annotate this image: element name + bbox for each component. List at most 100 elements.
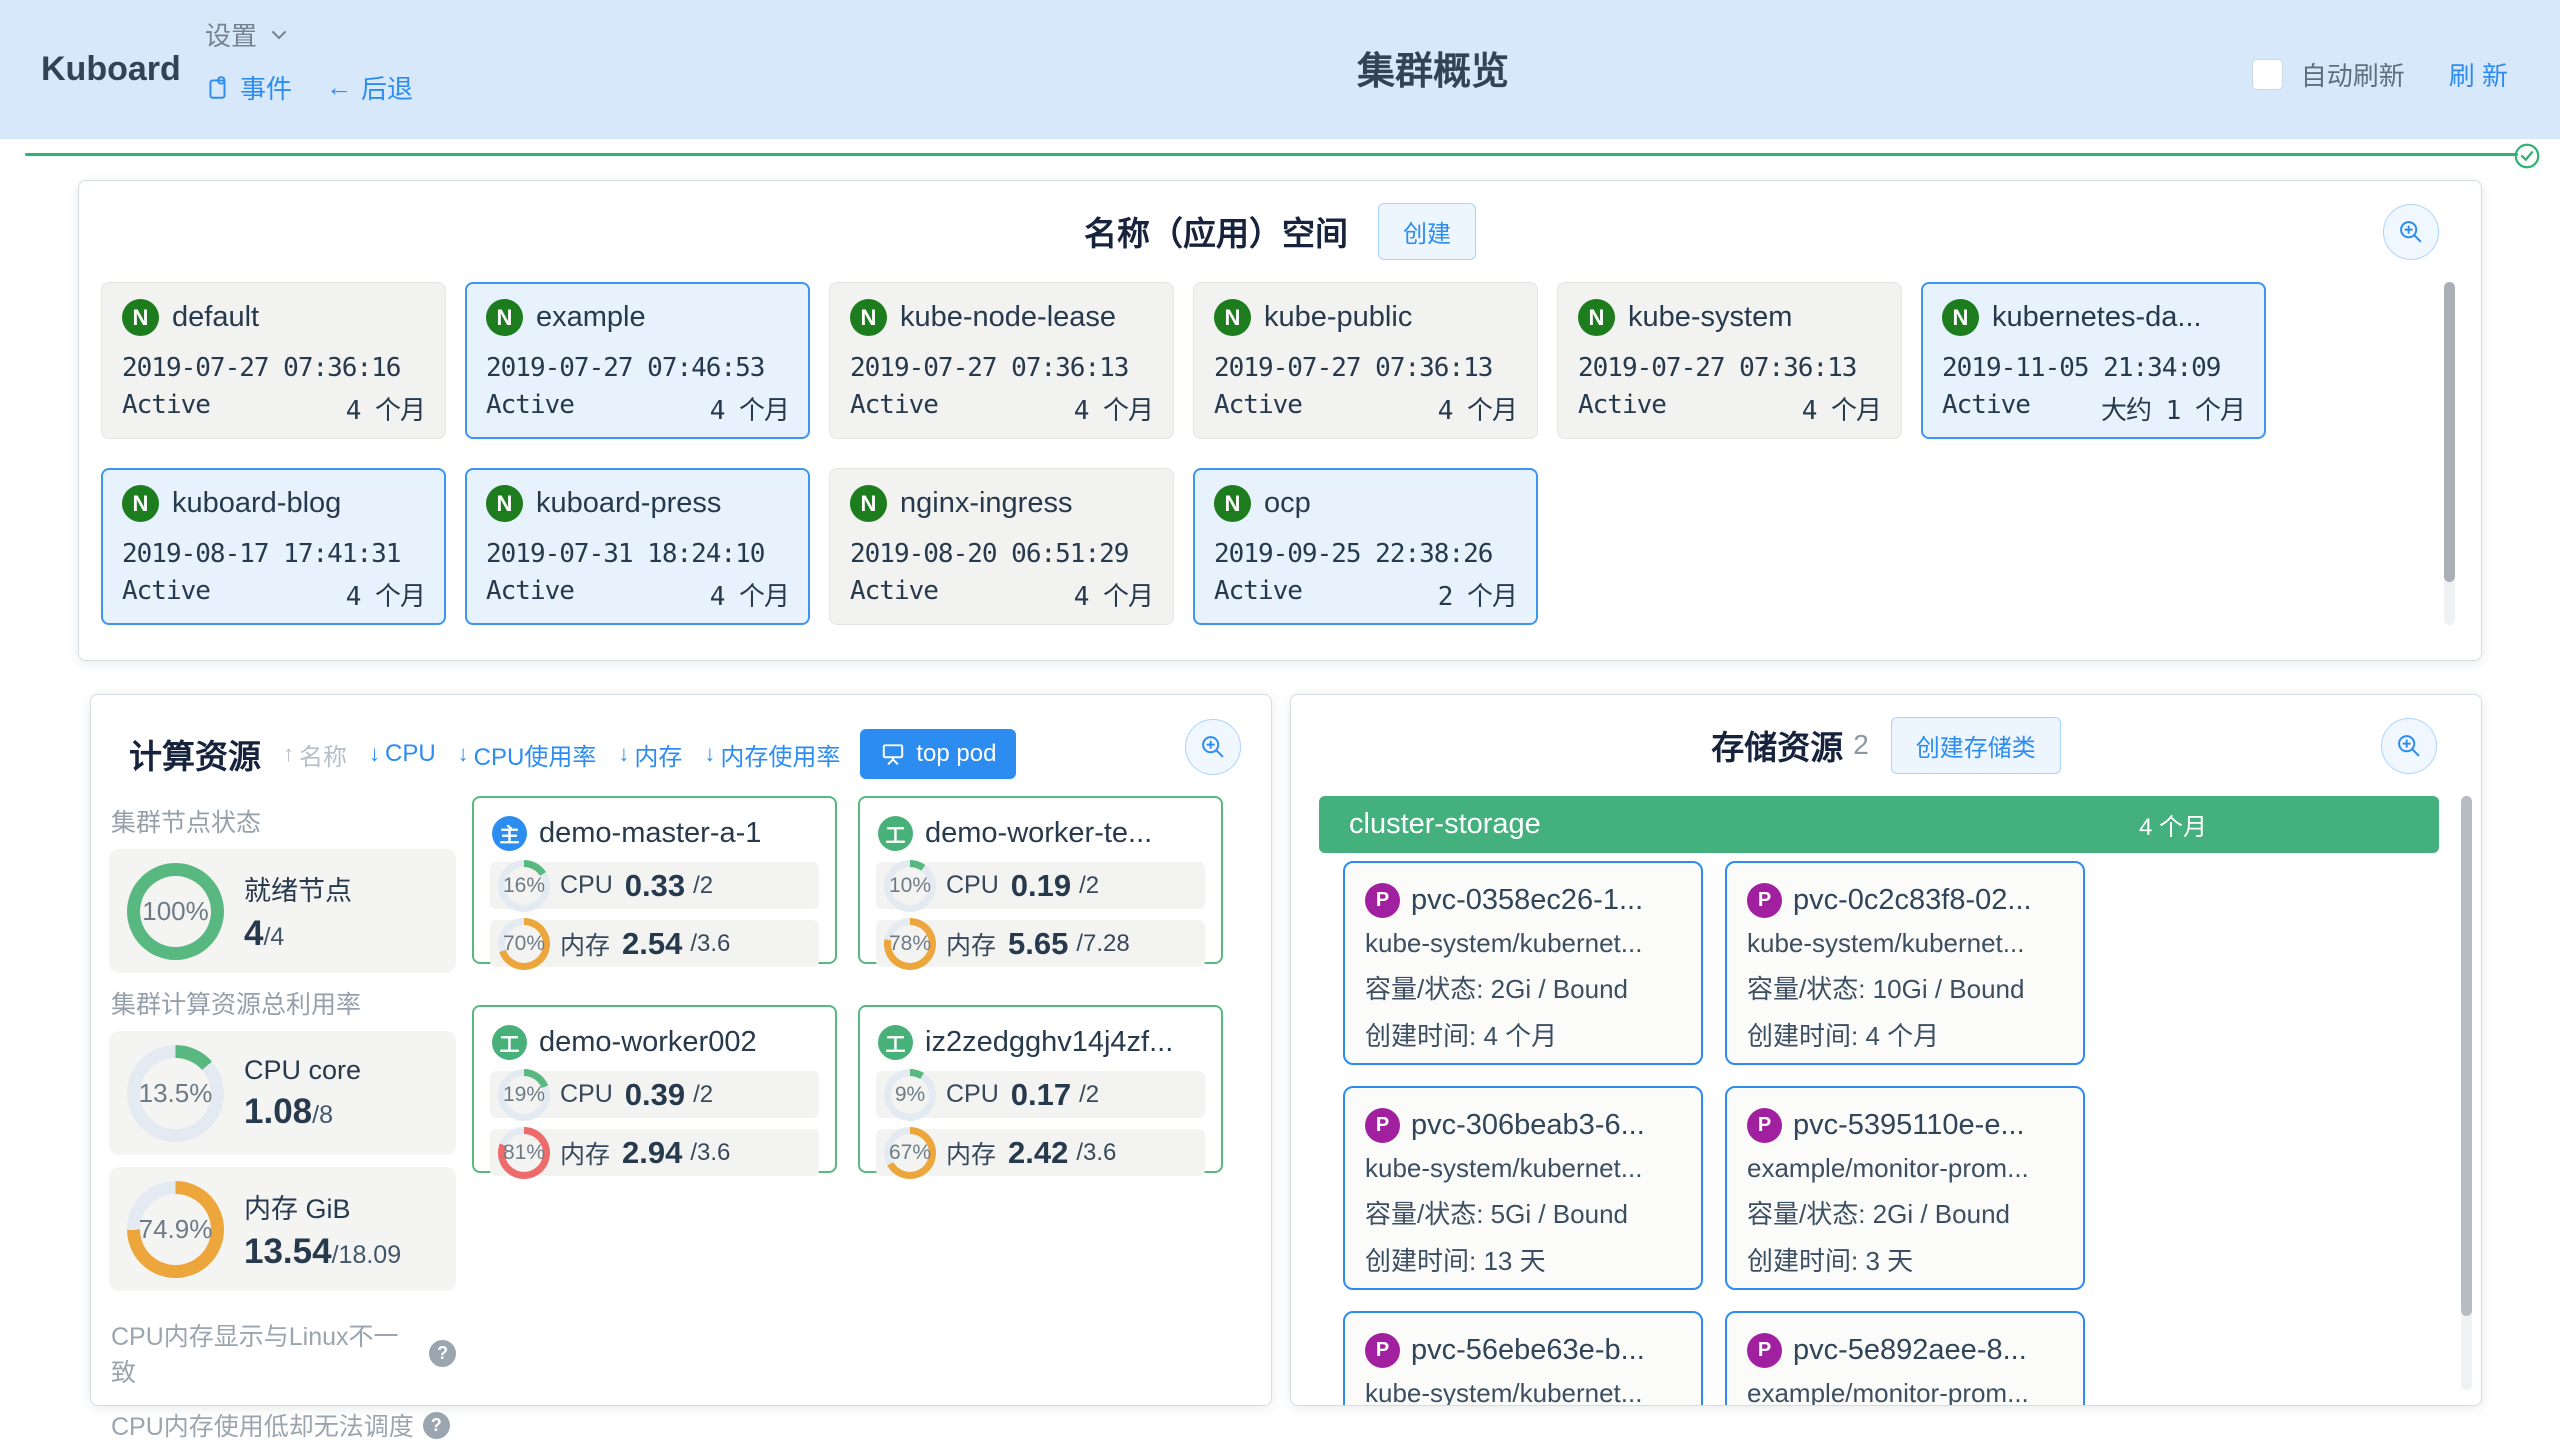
namespaces-title: 名称（应用）空间 bbox=[1084, 207, 1348, 255]
sort-option[interactable]: ↓ 内存使用率 bbox=[704, 737, 840, 772]
node-memory-stat: 67% 内存 2.42 /3.6 bbox=[876, 1129, 1205, 1176]
sort-option[interactable]: ↓ CPU使用率 bbox=[458, 737, 597, 772]
namespace-name: kube-node-lease bbox=[900, 301, 1116, 334]
header-right: 自动刷新 刷 新 bbox=[2252, 56, 2508, 93]
node-card[interactable]: 工 demo-worker-te... 10% CPU 0.19 /2 bbox=[858, 796, 1223, 964]
compute-title: 计算资源 bbox=[129, 730, 261, 778]
scrollbar-thumb[interactable] bbox=[2444, 282, 2455, 582]
storage-panel: 存储资源 2 创建存储类 cluster-storage 4 个月 P pvc-… bbox=[1290, 694, 2482, 1406]
pvc-name: pvc-0358ec26-1... bbox=[1411, 884, 1643, 917]
namespace-created-at: 2019-07-27 07:46:53 bbox=[486, 353, 789, 383]
memory-usage-ring: 70% bbox=[498, 918, 550, 970]
stat-value: 5.65 bbox=[1008, 926, 1068, 962]
ring-percent: 78% bbox=[889, 932, 931, 956]
create-storage-class-button[interactable]: 创建存储类 bbox=[1891, 717, 2061, 774]
scrollbar-thumb[interactable] bbox=[2461, 796, 2472, 1316]
node-card[interactable]: 工 iz2zedgghv14j4zf... 9% CPU 0.17 /2 bbox=[858, 1005, 1223, 1173]
pvc-card[interactable]: P pvc-0c2c83f8-02... kube-system/kuberne… bbox=[1725, 861, 2085, 1065]
sort-label: 内存使用率 bbox=[720, 737, 840, 772]
pvc-icon: P bbox=[1747, 1108, 1782, 1143]
pvc-card-title: P pvc-5e892aee-8... bbox=[1747, 1333, 2063, 1368]
namespace-status-row: Active 4 个月 bbox=[486, 390, 789, 427]
namespace-card[interactable]: N default 2019-07-27 07:36:16 Active 4 个… bbox=[101, 282, 446, 439]
namespace-card-title: N example bbox=[486, 299, 789, 336]
pvc-card-title: P pvc-0c2c83f8-02... bbox=[1747, 883, 2063, 918]
settings-menu[interactable]: 设置 bbox=[205, 16, 413, 53]
events-link[interactable]: 事件 bbox=[205, 69, 292, 106]
refresh-button[interactable]: 刷 新 bbox=[2449, 56, 2508, 93]
namespace-card[interactable]: N ocp 2019-09-25 22:38:26 Active 2 个月 bbox=[1193, 468, 1538, 625]
sort-arrow-icon: ↓ bbox=[704, 741, 715, 767]
pvc-card[interactable]: P pvc-5395110e-e... example/monitor-prom… bbox=[1725, 1086, 2085, 1290]
namespace-status-row: Active 4 个月 bbox=[122, 576, 425, 613]
sort-option[interactable]: ↓ 内存 bbox=[618, 737, 682, 772]
top-pod-button[interactable]: top pod bbox=[860, 729, 1016, 779]
namespace-card-title: N kuboard-blog bbox=[122, 485, 425, 522]
memory-total-box: 74.9% 内存 GiB 13.54/18.09 bbox=[109, 1167, 456, 1291]
namespaces-zoom-button[interactable] bbox=[2383, 204, 2439, 260]
auto-refresh-label: 自动刷新 bbox=[2301, 56, 2405, 93]
stat-value: 2.54 bbox=[622, 926, 682, 962]
namespaces-scrollbar[interactable] bbox=[2444, 282, 2455, 625]
storage-scrollbar[interactable] bbox=[2461, 796, 2472, 1390]
pvc-icon: P bbox=[1365, 883, 1400, 918]
namespace-icon: N bbox=[850, 485, 887, 522]
pvc-ref: kube-system/kubernet... bbox=[1365, 1378, 1681, 1406]
stat-value: 0.33 bbox=[625, 868, 685, 904]
storage-zoom-button[interactable] bbox=[2381, 718, 2437, 774]
back-link[interactable]: ← 后退 bbox=[326, 69, 413, 106]
namespace-card[interactable]: N kube-node-lease 2019-07-27 07:36:13 Ac… bbox=[829, 282, 1174, 439]
footnote: CPU内存显示与Linux不一致 ? bbox=[111, 1317, 456, 1389]
pvc-capacity-status: 容量/状态: 2Gi / Bound bbox=[1747, 1194, 2063, 1231]
ring-percent: 13.5% bbox=[139, 1078, 213, 1109]
namespace-card[interactable]: N nginx-ingress 2019-08-20 06:51:29 Acti… bbox=[829, 468, 1174, 625]
stat-value: 2.42 bbox=[1008, 1135, 1068, 1171]
ring-percent: 10% bbox=[889, 874, 931, 898]
sort-option[interactable]: ↓ CPU bbox=[369, 740, 436, 768]
namespace-card[interactable]: N example 2019-07-27 07:46:53 Active 4 个… bbox=[465, 282, 810, 439]
pvc-card[interactable]: P pvc-306beab3-6... kube-system/kubernet… bbox=[1343, 1086, 1703, 1290]
namespace-status-row: Active 2 个月 bbox=[1214, 576, 1517, 613]
kuboard-logo[interactable]: Kuboard bbox=[41, 50, 181, 89]
pvc-icon: P bbox=[1747, 883, 1782, 918]
namespace-icon: N bbox=[1578, 299, 1615, 336]
help-icon[interactable]: ? bbox=[429, 1340, 456, 1367]
sort-arrow-icon: ↑ bbox=[283, 741, 294, 767]
namespace-card-title: N nginx-ingress bbox=[850, 485, 1153, 522]
sort-option[interactable]: ↑ 名称 bbox=[283, 737, 347, 772]
storage-count: 2 bbox=[1853, 729, 1869, 761]
cpu-total-box: 13.5% CPU core 1.08/8 bbox=[109, 1031, 456, 1155]
namespace-card-title: N default bbox=[122, 299, 425, 336]
pvc-card[interactable]: P pvc-0358ec26-1... kube-system/kubernet… bbox=[1343, 861, 1703, 1065]
cpu-usage-ring: 19% bbox=[498, 1069, 550, 1121]
sort-label: 内存 bbox=[634, 737, 682, 772]
namespace-created-at: 2019-07-31 18:24:10 bbox=[486, 539, 789, 569]
create-namespace-button[interactable]: 创建 bbox=[1378, 203, 1476, 260]
node-card[interactable]: 工 demo-worker002 19% CPU 0.39 /2 bbox=[472, 1005, 837, 1173]
namespace-card-title: N kube-system bbox=[1578, 299, 1881, 336]
auto-refresh-checkbox[interactable] bbox=[2252, 59, 2283, 90]
namespace-card[interactable]: N kube-system 2019-07-27 07:36:13 Active… bbox=[1557, 282, 1902, 439]
pvc-card[interactable]: P pvc-5e892aee-8... example/monitor-prom… bbox=[1725, 1311, 2085, 1406]
namespace-card[interactable]: N kube-public 2019-07-27 07:36:13 Active… bbox=[1193, 282, 1538, 439]
stat-total: /4 bbox=[263, 923, 284, 951]
top-pod-label: top pod bbox=[916, 740, 996, 768]
node-card[interactable]: 主 demo-master-a-1 16% CPU 0.33 /2 bbox=[472, 796, 837, 964]
pvc-created-at: 创建时间: 4 个月 bbox=[1365, 1016, 1681, 1053]
namespace-card[interactable]: N kubernetes-da... 2019-11-05 21:34:09 A… bbox=[1921, 282, 2266, 439]
stat-total: /2 bbox=[1079, 1081, 1099, 1109]
stat-name: CPU core bbox=[244, 1055, 361, 1086]
storage-class-bar[interactable]: cluster-storage 4 个月 bbox=[1319, 796, 2439, 853]
node-status-box: 100% 就绪节点 4/4 bbox=[109, 849, 456, 973]
node-role-icon: 工 bbox=[878, 1025, 913, 1060]
memory-total-info: 内存 GiB 13.54/18.09 bbox=[244, 1187, 401, 1272]
pvc-created-at: 创建时间: 3 天 bbox=[1747, 1241, 2063, 1278]
pvc-icon: P bbox=[1747, 1333, 1782, 1368]
namespace-card[interactable]: N kuboard-blog 2019-08-17 17:41:31 Activ… bbox=[101, 468, 446, 625]
stat-label: 内存 bbox=[946, 926, 996, 962]
compute-zoom-button[interactable] bbox=[1185, 719, 1241, 775]
pvc-card[interactable]: P pvc-56ebe63e-b... kube-system/kubernet… bbox=[1343, 1311, 1703, 1406]
namespace-card[interactable]: N kuboard-press 2019-07-31 18:24:10 Acti… bbox=[465, 468, 810, 625]
namespace-age: 4 个月 bbox=[710, 576, 789, 613]
help-icon[interactable]: ? bbox=[423, 1412, 450, 1439]
